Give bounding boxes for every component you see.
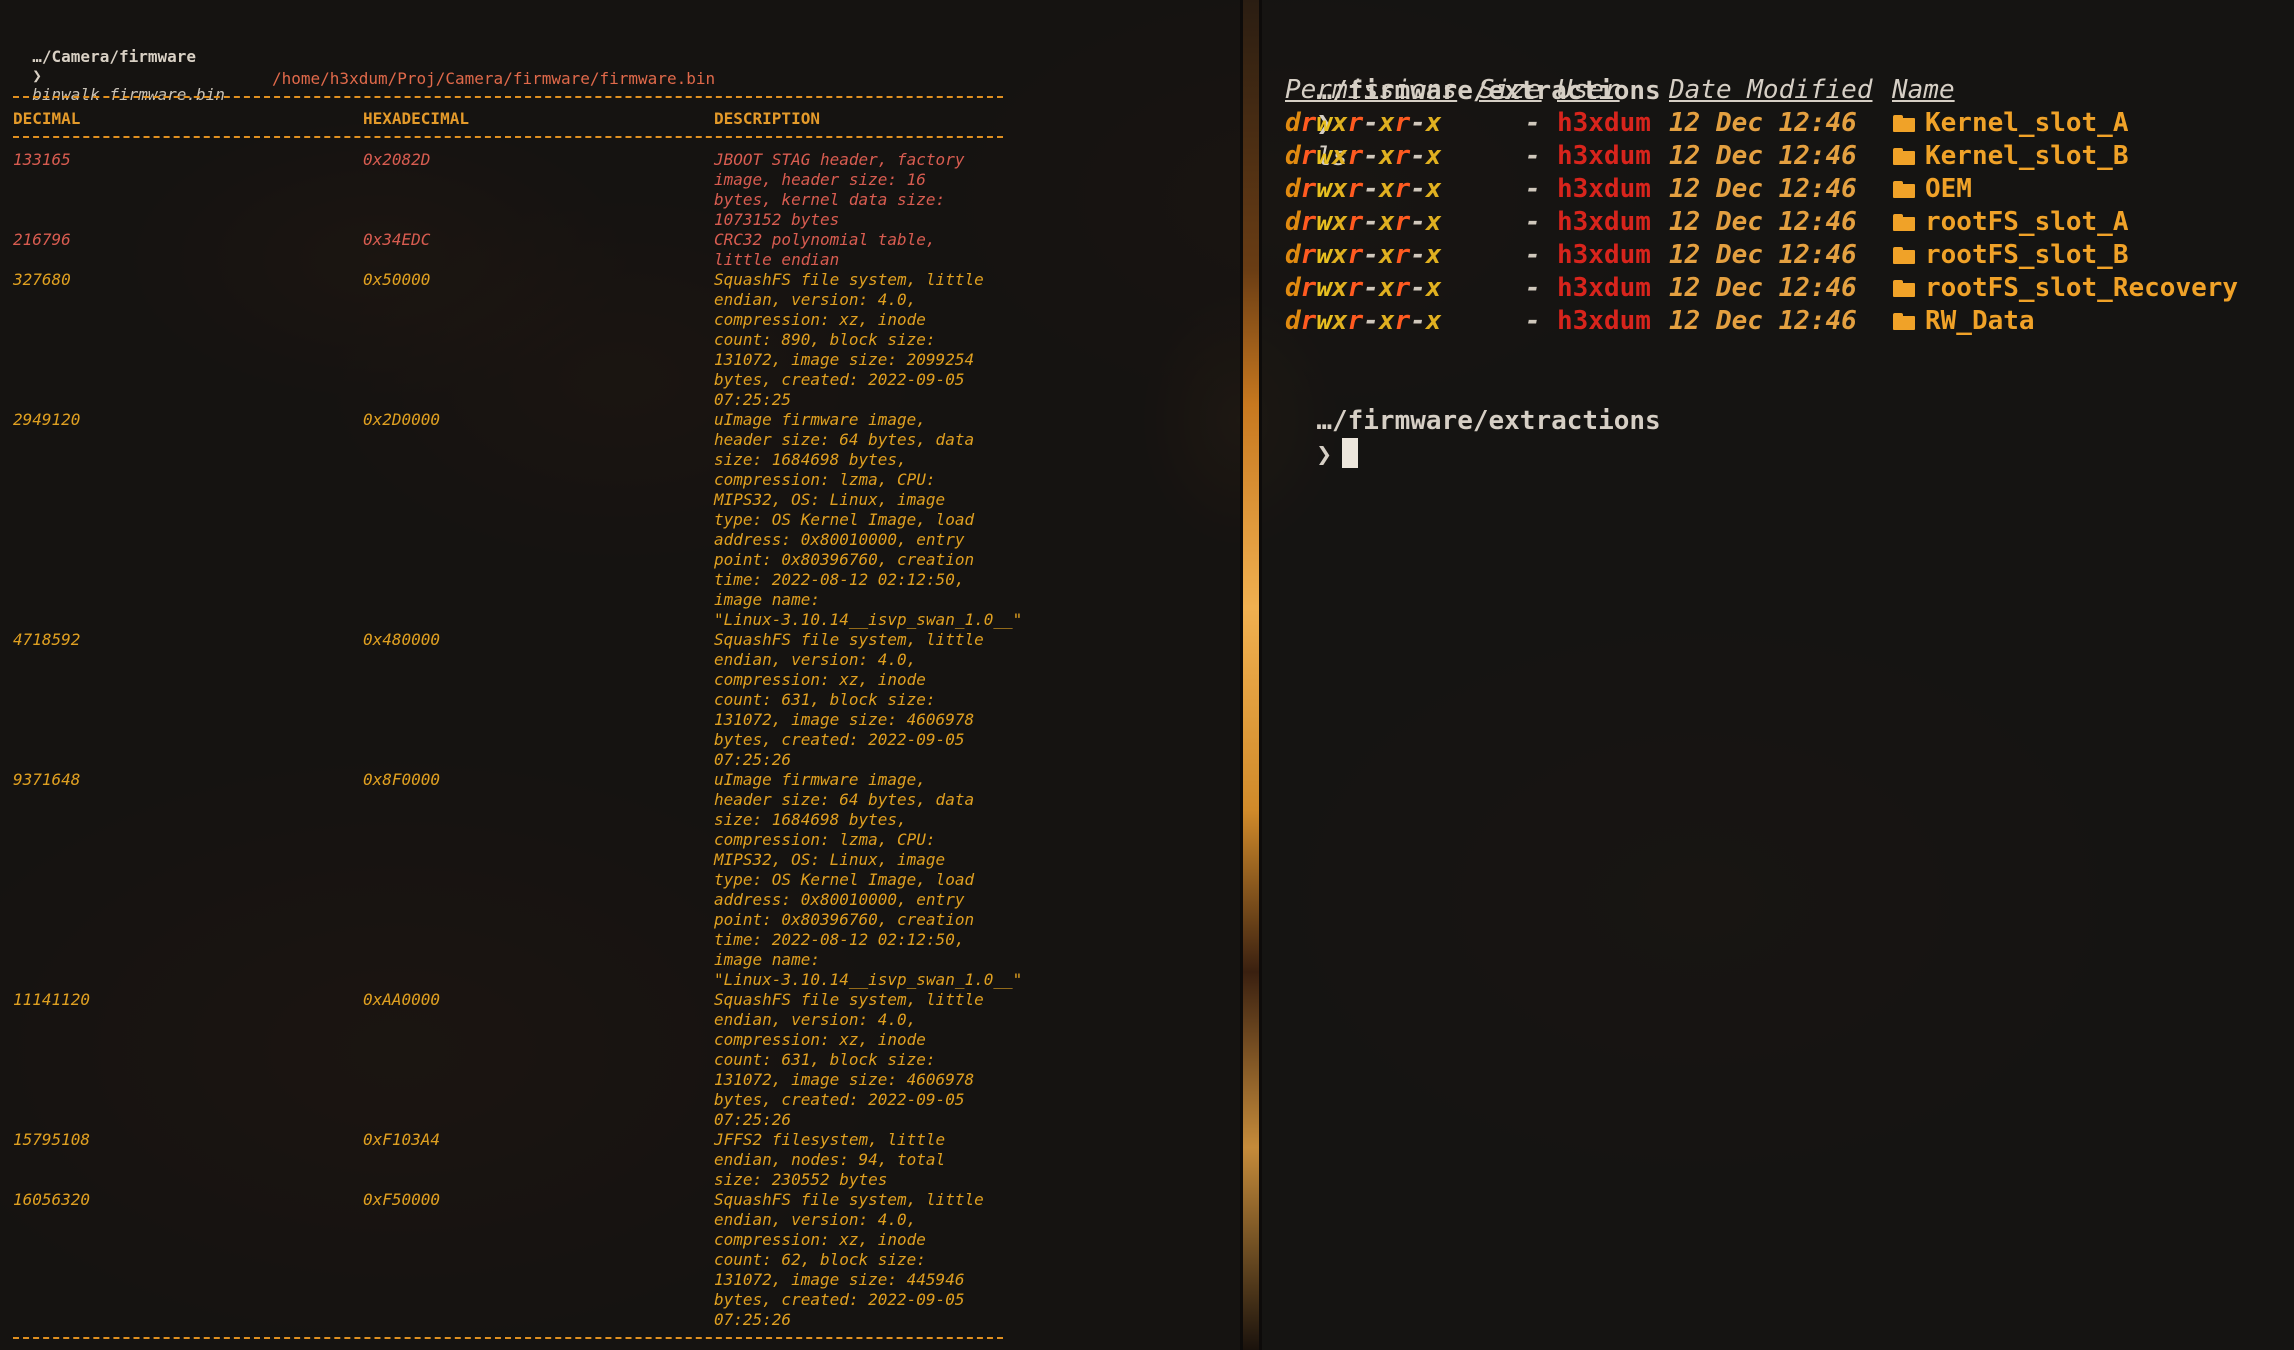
- entry-user: h3xdum: [1557, 273, 1651, 303]
- entry-permissions: drwxr-xr-x: [1285, 207, 1442, 237]
- entry-permissions: drwxr-xr-x: [1285, 306, 1442, 336]
- row-description: SquashFS file system, little endian, ver…: [714, 270, 984, 409]
- entry-date: 12 Dec 12:46: [1669, 240, 1857, 270]
- entry-date: 12 Dec 12:46: [1669, 306, 1857, 336]
- prompt-path: …/firmware/extractions: [1316, 406, 1661, 436]
- row-hexadecimal: 0x50000: [363, 270, 431, 289]
- entry-name-label: RW_Data: [1925, 306, 2035, 336]
- ls-header-date: Date Modified: [1669, 75, 1873, 105]
- prompt-symbol: ❯: [32, 66, 42, 85]
- row-decimal: 16056320: [13, 1190, 91, 1209]
- entry-permissions: drwxr-xr-x: [1285, 273, 1442, 303]
- entry-name-label: rootFS_slot_B: [1925, 240, 2129, 270]
- row-hexadecimal: 0xAA0000: [363, 990, 441, 1009]
- folder-icon: [1893, 115, 1915, 132]
- row-description: SquashFS file system, little endian, ver…: [714, 1190, 984, 1329]
- row-description: CRC32 polynomial table, little endian: [714, 230, 936, 269]
- left-prompt: …/Camera/firmware ❯ binwalk firmware.bin: [13, 28, 225, 104]
- row-description: JBOOT STAG header, factory image, header…: [714, 150, 965, 229]
- entry-name[interactable]: Kernel_slot_B: [1893, 141, 2129, 171]
- entry-name-label: rootFS_slot_A: [1925, 207, 2129, 237]
- entry-name-label: OEM: [1925, 174, 1972, 204]
- entry-user: h3xdum: [1557, 174, 1651, 204]
- row-decimal: 2949120: [13, 410, 81, 429]
- prompt-symbol: ❯: [1316, 440, 1332, 470]
- row-hexadecimal: 0x8F0000: [363, 770, 441, 789]
- table-rule-header: [13, 136, 1003, 138]
- entry-name-label: Kernel_slot_B: [1925, 141, 2129, 171]
- row-description: SquashFS file system, little endian, ver…: [714, 990, 984, 1129]
- entry-size: -: [1525, 306, 1541, 336]
- prompt-path: …/Camera/firmware: [32, 47, 197, 66]
- row-decimal: 9371648: [13, 770, 81, 789]
- pane-divider[interactable]: [1240, 0, 1262, 1350]
- entry-name[interactable]: rootFS_slot_Recovery: [1893, 273, 2238, 303]
- entry-size: -: [1525, 240, 1541, 270]
- entry-user: h3xdum: [1557, 306, 1651, 336]
- binwalk-file-path: /home/h3xdum/Proj/Camera/firmware/firmwa…: [272, 69, 716, 88]
- row-decimal: 15795108: [13, 1130, 91, 1149]
- entry-user: h3xdum: [1557, 108, 1651, 138]
- entry-name[interactable]: rootFS_slot_B: [1893, 240, 2129, 270]
- entry-permissions: drwxr-xr-x: [1285, 141, 1442, 171]
- left-terminal-pane[interactable]: [0, 0, 1240, 1350]
- row-description: uImage firmware image, header size: 64 b…: [714, 410, 1023, 629]
- entry-name[interactable]: Kernel_slot_A: [1893, 108, 2129, 138]
- entry-user: h3xdum: [1557, 207, 1651, 237]
- folder-icon: [1893, 148, 1915, 165]
- folder-icon: [1893, 247, 1915, 264]
- table-rule-bottom: [13, 1337, 1003, 1339]
- entry-size: -: [1525, 174, 1541, 204]
- ls-header-user: User: [1557, 75, 1620, 105]
- terminal-cursor: [1341, 438, 1358, 468]
- entry-size: -: [1525, 108, 1541, 138]
- folder-icon: [1893, 280, 1915, 297]
- row-hexadecimal: 0x480000: [363, 630, 441, 649]
- folder-icon: [1893, 181, 1915, 198]
- entry-date: 12 Dec 12:46: [1669, 108, 1857, 138]
- row-decimal: 216796: [13, 230, 71, 249]
- column-header-description: DESCRIPTION: [714, 109, 820, 128]
- right-prompt-active[interactable]: …/firmware/extractions ❯: [1285, 372, 1661, 472]
- folder-icon: [1893, 313, 1915, 330]
- entry-name-label: rootFS_slot_Recovery: [1925, 273, 2239, 303]
- row-decimal: 327680: [13, 270, 71, 289]
- row-hexadecimal: 0xF103A4: [363, 1130, 441, 1149]
- row-description: SquashFS file system, little endian, ver…: [714, 630, 984, 769]
- entry-size: -: [1525, 141, 1541, 171]
- column-header-hexadecimal: HEXADECIMAL: [363, 109, 469, 128]
- table-rule-top: [13, 96, 1003, 98]
- column-header-decimal: DECIMAL: [13, 109, 81, 128]
- entry-size: -: [1525, 273, 1541, 303]
- prompt-command: binwalk firmware.bin: [32, 85, 225, 104]
- row-hexadecimal: 0x34EDC: [363, 230, 431, 249]
- entry-name-label: Kernel_slot_A: [1925, 108, 2129, 138]
- row-decimal: 133165: [13, 150, 71, 169]
- row-decimal: 11141120: [13, 990, 91, 1009]
- row-hexadecimal: 0x2082D: [363, 150, 431, 169]
- row-hexadecimal: 0x2D0000: [363, 410, 441, 429]
- entry-date: 12 Dec 12:46: [1669, 207, 1857, 237]
- entry-date: 12 Dec 12:46: [1669, 273, 1857, 303]
- row-description: JFFS2 filesystem, little endian, nodes: …: [714, 1130, 946, 1189]
- entry-date: 12 Dec 12:46: [1669, 141, 1857, 171]
- ls-header-name: Name: [1892, 75, 1955, 105]
- entry-name[interactable]: OEM: [1893, 174, 1972, 204]
- row-hexadecimal: 0xF50000: [363, 1190, 441, 1209]
- entry-name[interactable]: RW_Data: [1893, 306, 2035, 336]
- folder-icon: [1893, 214, 1915, 231]
- entry-permissions: drwxr-xr-x: [1285, 108, 1442, 138]
- entry-date: 12 Dec 12:46: [1669, 174, 1857, 204]
- entry-size: -: [1525, 207, 1541, 237]
- entry-permissions: drwxr-xr-x: [1285, 240, 1442, 270]
- ls-header-size: Size: [1479, 75, 1542, 105]
- entry-permissions: drwxr-xr-x: [1285, 174, 1442, 204]
- entry-name[interactable]: rootFS_slot_A: [1893, 207, 2129, 237]
- entry-user: h3xdum: [1557, 141, 1651, 171]
- ls-header-permissions: Permissions: [1285, 75, 1458, 105]
- entry-user: h3xdum: [1557, 240, 1651, 270]
- row-decimal: 4718592: [13, 630, 81, 649]
- row-description: uImage firmware image, header size: 64 b…: [714, 770, 1023, 989]
